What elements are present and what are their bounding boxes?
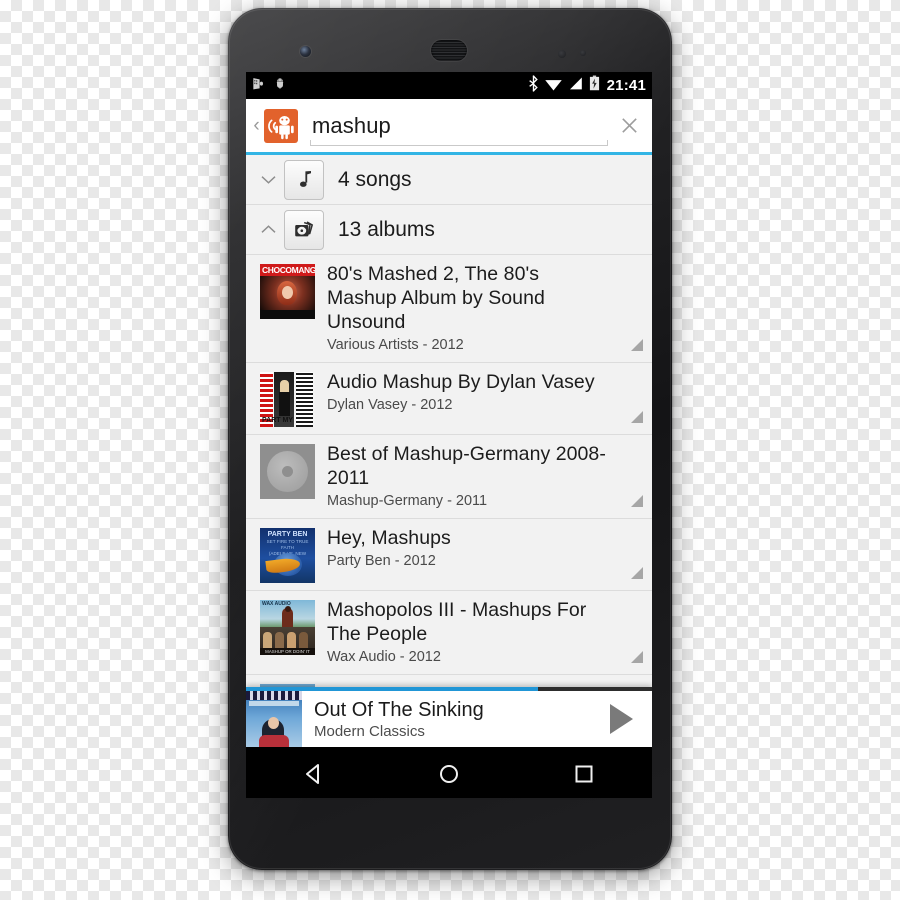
android-music-app-icon[interactable] — [264, 108, 298, 143]
album-title: Hey, Mashups — [327, 527, 451, 549]
album-art-party-my-sexy-cover: PART MY — [260, 372, 315, 427]
up-navigation-icon[interactable]: ‹ — [250, 116, 263, 135]
context-menu-indicator-icon[interactable] — [631, 651, 643, 663]
list-item[interactable]: WAX AUDIO MASHUP OR DOIN' IT Mashopolos … — [246, 591, 652, 675]
album-art-party-ben-cover: PARTY BEN SET FIRE TO TRUE FAITH(ADELE V… — [260, 528, 315, 583]
group-header-songs[interactable]: 4 songs — [246, 155, 652, 205]
now-playing-title: Out Of The Sinking — [314, 698, 484, 721]
group-label-songs: 4 songs — [338, 167, 412, 191]
album-subtitle: Wax Audio - 2012 — [327, 649, 441, 665]
list-item-text: Audio Mashup By Dylan Vasey Dylan Vasey … — [327, 370, 652, 427]
list-item-text: 80's Mashed 2, The 80's Mashup Album by … — [327, 262, 652, 355]
music-note-icon — [284, 159, 324, 200]
wifi-icon — [544, 76, 563, 96]
back-icon[interactable] — [286, 754, 342, 794]
list-item[interactable]: PART MY Audio Mashup By Dylan Vasey Dyla… — [246, 363, 652, 435]
front-camera-icon — [300, 46, 311, 57]
proximity-sensor-icon — [558, 50, 566, 58]
bluetooth-icon — [528, 74, 539, 97]
list-item[interactable]: PARTY BEN SET FIRE TO TRUE FAITH(ADELE V… — [246, 519, 652, 591]
album-art-chocomang-cover: CHOCOMANG — [260, 264, 315, 319]
now-playing-subtitle: Modern Classics — [314, 722, 425, 740]
album-subtitle: Party Ben - 2012 — [327, 553, 436, 569]
chevron-up-icon[interactable] — [252, 223, 284, 236]
home-icon[interactable] — [421, 754, 477, 794]
albums-icon — [284, 209, 324, 250]
list-item-text: Hey, Mashups Party Ben - 2012 — [327, 526, 652, 583]
now-playing-meta: Out Of The Sinking Modern Classics — [314, 698, 590, 741]
album-art-default-disc-placeholder — [260, 444, 315, 499]
search-input-underline — [310, 139, 608, 146]
context-menu-indicator-icon[interactable] — [631, 495, 643, 507]
list-item-text: Best of Mashup-Germany 2008-2011 Mashup-… — [327, 442, 652, 511]
earpiece-speaker-icon — [431, 40, 467, 61]
search-action-bar: ‹ mashup — [246, 99, 652, 152]
list-item-text: Mashopolos III - Mashups For The People … — [327, 598, 652, 667]
album-subtitle: Mashup-Germany - 2011 — [327, 493, 488, 509]
album-subtitle: Various Artists - 2012 — [327, 337, 464, 353]
status-bar-system-icons: 21:41 — [528, 74, 646, 97]
recents-icon[interactable] — [556, 754, 612, 794]
light-sensor-icon — [580, 50, 586, 56]
phone-screen: 21:41 ‹ mashup 4 songs 13 albums CHOCOMA… — [246, 72, 652, 798]
status-bar-notifications — [251, 76, 287, 96]
status-bar: 21:41 — [246, 72, 652, 99]
list-item[interactable]: CHOCOMANG 80's Mashed 2, The 80's Mashup… — [246, 255, 652, 363]
phone-device-frame: 21:41 ‹ mashup 4 songs 13 albums CHOCOMA… — [228, 8, 672, 870]
android-navigation-bar — [246, 747, 652, 798]
search-input[interactable]: mashup — [310, 106, 608, 146]
now-playing-album-art — [246, 691, 302, 747]
chevron-down-icon[interactable] — [252, 173, 284, 186]
list-item[interactable]: Best of Mashup-Germany 2008-2011 Mashup-… — [246, 435, 652, 519]
battery-charging-icon — [589, 75, 600, 96]
now-playing-bar[interactable]: Out Of The Sinking Modern Classics — [246, 687, 652, 747]
context-menu-indicator-icon[interactable] — [631, 567, 643, 579]
now-playing-body[interactable]: Out Of The Sinking Modern Classics — [246, 691, 652, 747]
clear-search-icon[interactable] — [612, 109, 646, 143]
group-header-albums[interactable]: 13 albums — [246, 205, 652, 255]
context-menu-indicator-icon[interactable] — [631, 411, 643, 423]
sd-card-icon — [251, 76, 266, 96]
playback-progress-bar[interactable] — [246, 687, 652, 691]
album-title: Audio Mashup By Dylan Vasey — [327, 371, 595, 393]
album-title: 80's Mashed 2, The 80's Mashup Album by … — [327, 263, 545, 333]
album-title: Mashopolos III - Mashups For The People — [327, 599, 587, 645]
play-icon[interactable] — [590, 702, 652, 736]
album-subtitle: Dylan Vasey - 2012 — [327, 397, 453, 413]
search-results-list[interactable]: 4 songs 13 albums CHOCOMANG 80's Mashed … — [246, 155, 652, 747]
album-art-wax-audio-cover: WAX AUDIO MASHUP OR DOIN' IT — [260, 600, 315, 655]
cellular-signal-icon — [568, 76, 584, 96]
context-menu-indicator-icon[interactable] — [631, 339, 643, 351]
status-bar-clock: 21:41 — [606, 77, 646, 94]
search-input-value: mashup — [312, 112, 391, 138]
group-label-albums: 13 albums — [338, 217, 435, 241]
album-title: Best of Mashup-Germany 2008-2011 — [327, 443, 606, 489]
android-bug-icon — [273, 76, 287, 96]
